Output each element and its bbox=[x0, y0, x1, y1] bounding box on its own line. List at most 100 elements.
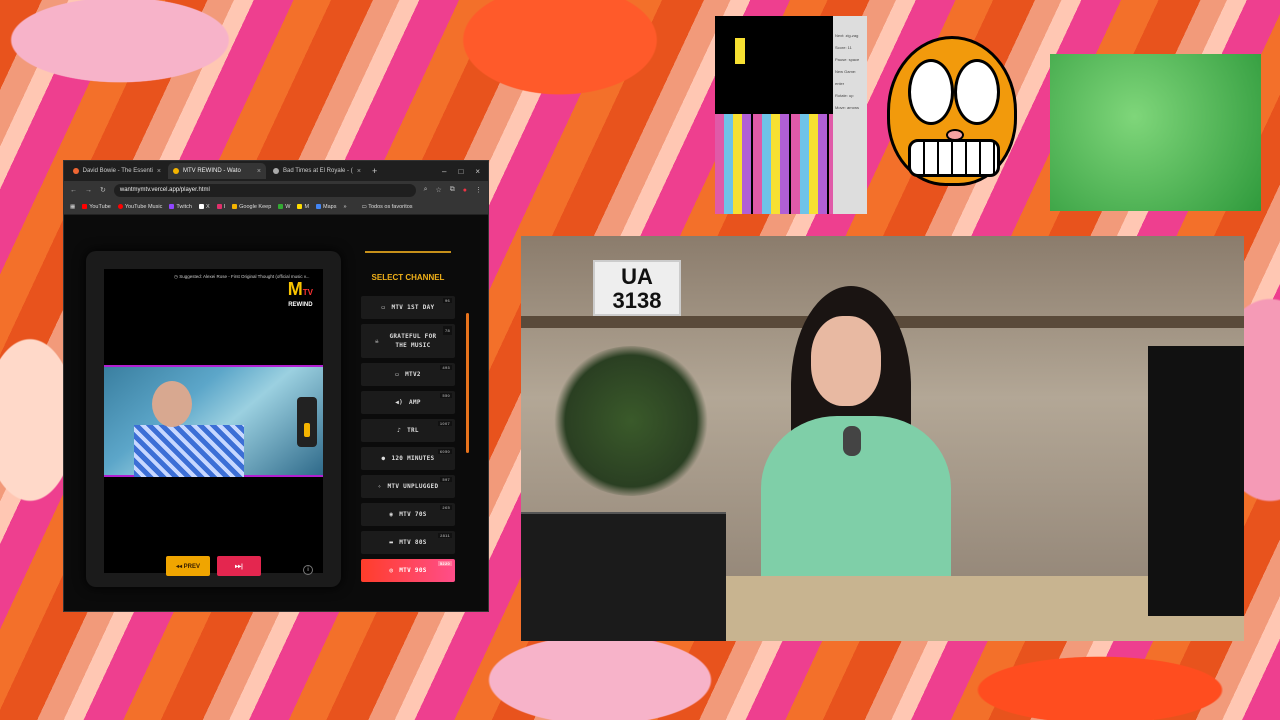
channel-mtv-1st-day[interactable]: ▭ MTV 1ST DAY 96 bbox=[361, 296, 455, 319]
microphone-icon: ♪ bbox=[397, 427, 402, 434]
channel-count-badge: 5220 bbox=[437, 561, 452, 566]
channel-label: MTV2 bbox=[405, 371, 421, 378]
youtube-icon bbox=[82, 203, 88, 209]
close-icon[interactable]: × bbox=[257, 168, 261, 175]
channel-count-badge: 550 bbox=[440, 393, 452, 398]
logo-rewind: REWIND bbox=[288, 302, 313, 308]
tetris-stack bbox=[715, 114, 833, 214]
tetris-new-game: New Game: enter bbox=[835, 69, 857, 86]
tab-3[interactable]: Bad Times at El Royale - (× bbox=[268, 163, 366, 179]
channel-amp[interactable]: ◀) AMP 550 bbox=[361, 391, 455, 414]
channel-count-badge: 6050 bbox=[437, 449, 452, 454]
channel-count-badge: 1007 bbox=[437, 421, 452, 426]
browser-window: David Bowie - The Essenti × MTV REWIND - … bbox=[63, 160, 489, 612]
tab-1[interactable]: David Bowie - The Essenti × bbox=[68, 163, 166, 179]
bookmark-w[interactable]: W bbox=[278, 204, 290, 210]
channel-list: ▭ MTV 1ST DAY 96 ☠ GRATEFUL FOR THE MUSIC 78 ▭… bbox=[361, 296, 455, 582]
tv-screen[interactable]: ◷ Suggested: Alexei Rose - First Origina… bbox=[104, 269, 323, 576]
volume-slider[interactable] bbox=[297, 397, 317, 447]
bookmark-google-keep[interactable]: Google Keep bbox=[232, 204, 271, 210]
new-tab-button[interactable]: + bbox=[372, 166, 377, 176]
channel-mtv-unplugged[interactable]: ✧ MTV UNPLUGGED 597 bbox=[361, 475, 455, 498]
all-bookmarks-label: Todos os favoritos bbox=[368, 203, 413, 210]
monitor bbox=[1148, 346, 1244, 616]
microphone bbox=[843, 426, 861, 456]
channel-count-badge: 78 bbox=[442, 326, 452, 335]
url-field[interactable]: wantmymtv.vercel.app/player.html bbox=[113, 183, 416, 197]
info-button[interactable]: i bbox=[303, 565, 313, 575]
laptop bbox=[521, 512, 726, 641]
profile-icon[interactable]: ● bbox=[463, 187, 467, 194]
menu-icon[interactable]: ⋮ bbox=[475, 186, 482, 194]
page-content: ◷ Suggested: Alexei Rose - First Origina… bbox=[64, 215, 488, 611]
channel-count-badge: 597 bbox=[440, 477, 452, 482]
channel-mtv-80s[interactable]: ▬ MTV 80S 2811 bbox=[361, 531, 455, 554]
plate-line-1: UA bbox=[621, 264, 653, 289]
bookmark-label: Google Keep bbox=[239, 203, 272, 210]
video-person-head bbox=[152, 381, 192, 427]
tab-bar: David Bowie - The Essenti × MTV REWIND - … bbox=[64, 161, 488, 181]
spongebob-overlay bbox=[1050, 54, 1261, 211]
bookmark-youtube-music[interactable]: YouTube Music bbox=[117, 203, 162, 210]
webcam-feed: UA 3138 bbox=[521, 236, 1244, 641]
channel-label: MTV 70S bbox=[399, 511, 427, 518]
channel-grateful-for-the-music[interactable]: ☠ GRATEFUL FOR THE MUSIC 78 bbox=[361, 324, 455, 358]
bookmark-twitch[interactable]: Twitch bbox=[169, 204, 192, 210]
maps-icon bbox=[316, 203, 322, 209]
mtv-favicon-icon bbox=[173, 168, 179, 174]
channel-label: AMP bbox=[409, 399, 421, 406]
volume-knob[interactable] bbox=[304, 423, 310, 437]
close-icon[interactable]: × bbox=[357, 168, 361, 175]
bookmark-youtube[interactable]: YouTube bbox=[82, 204, 111, 210]
tab-label: MTV REWIND - Wato bbox=[183, 168, 241, 174]
cd-icon: ◎ bbox=[389, 567, 394, 574]
close-icon[interactable]: × bbox=[157, 168, 161, 175]
maximize-icon[interactable]: □ bbox=[458, 167, 463, 176]
close-window-icon[interactable]: × bbox=[475, 167, 480, 176]
speaker-icon: ◀) bbox=[395, 399, 404, 406]
channel-count-badge: 493 bbox=[440, 365, 452, 370]
all-bookmarks[interactable]: ▭ Todos os favoritos bbox=[362, 204, 413, 210]
forward-icon[interactable]: → bbox=[85, 187, 92, 194]
channel-count-badge: 96 bbox=[442, 298, 452, 303]
back-icon[interactable]: ← bbox=[70, 187, 77, 194]
bookmark-x[interactable]: X bbox=[198, 203, 210, 210]
prev-button[interactable]: ◂◂ PREV bbox=[166, 556, 210, 576]
youtube-music-icon bbox=[117, 203, 123, 209]
address-bar: ← → ↻ wantmymtv.vercel.app/player.html ⌕… bbox=[64, 181, 488, 199]
apps-icon[interactable]: ▦ bbox=[70, 204, 75, 210]
plate-line-2: 3138 bbox=[612, 288, 662, 313]
channel-label: GRATEFUL FOR THE MUSIC bbox=[389, 333, 437, 349]
grin bbox=[908, 139, 1000, 177]
star-icon[interactable]: ☆ bbox=[435, 186, 441, 194]
channel-120-minutes[interactable]: ● 120 MINUTES 6050 bbox=[361, 447, 455, 470]
twitch-icon bbox=[169, 203, 175, 209]
bookmark-label: M bbox=[304, 203, 310, 210]
bookmark-instagram[interactable]: I bbox=[216, 203, 226, 210]
logo-tv: TV bbox=[302, 288, 313, 297]
tab-2[interactable]: MTV REWIND - Wato × bbox=[168, 163, 266, 179]
left-eye bbox=[908, 59, 954, 125]
music-video-frame[interactable] bbox=[104, 365, 323, 477]
tetris-rotate: Rotate: up bbox=[835, 93, 854, 98]
next-button[interactable]: ▸▸| bbox=[217, 556, 261, 576]
extensions-icon[interactable]: ⧉ bbox=[450, 186, 455, 194]
bookmarks-bar: ▦ YouTube YouTube Music Twitch X I Googl… bbox=[64, 199, 488, 215]
bookmark-label: YouTube bbox=[89, 203, 111, 210]
bookmarks-more[interactable]: » bbox=[344, 204, 347, 210]
minimize-icon[interactable]: – bbox=[442, 167, 446, 176]
channel-trl[interactable]: ♪ TRL 1007 bbox=[361, 419, 455, 442]
channel-scrollbar[interactable] bbox=[466, 313, 469, 453]
tv-player: ◷ Suggested: Alexei Rose - First Origina… bbox=[86, 251, 341, 587]
bookmark-label: X bbox=[205, 203, 210, 210]
zoom-icon[interactable]: ⌕ bbox=[424, 186, 428, 194]
bookmark-label: I bbox=[223, 203, 226, 210]
bookmark-maps[interactable]: Maps bbox=[316, 203, 337, 210]
channel-mtv2[interactable]: ▭ MTV2 493 bbox=[361, 363, 455, 386]
reload-icon[interactable]: ↻ bbox=[100, 186, 106, 194]
garfield-face bbox=[887, 36, 1017, 186]
bookmark-m[interactable]: M bbox=[297, 204, 309, 210]
channel-mtv-90s[interactable]: ◎ MTV 90S 5220 bbox=[361, 559, 455, 582]
channel-mtv-70s[interactable]: ◉ MTV 70S 265 bbox=[361, 503, 455, 526]
tetris-move: Move: arrows bbox=[835, 105, 860, 110]
